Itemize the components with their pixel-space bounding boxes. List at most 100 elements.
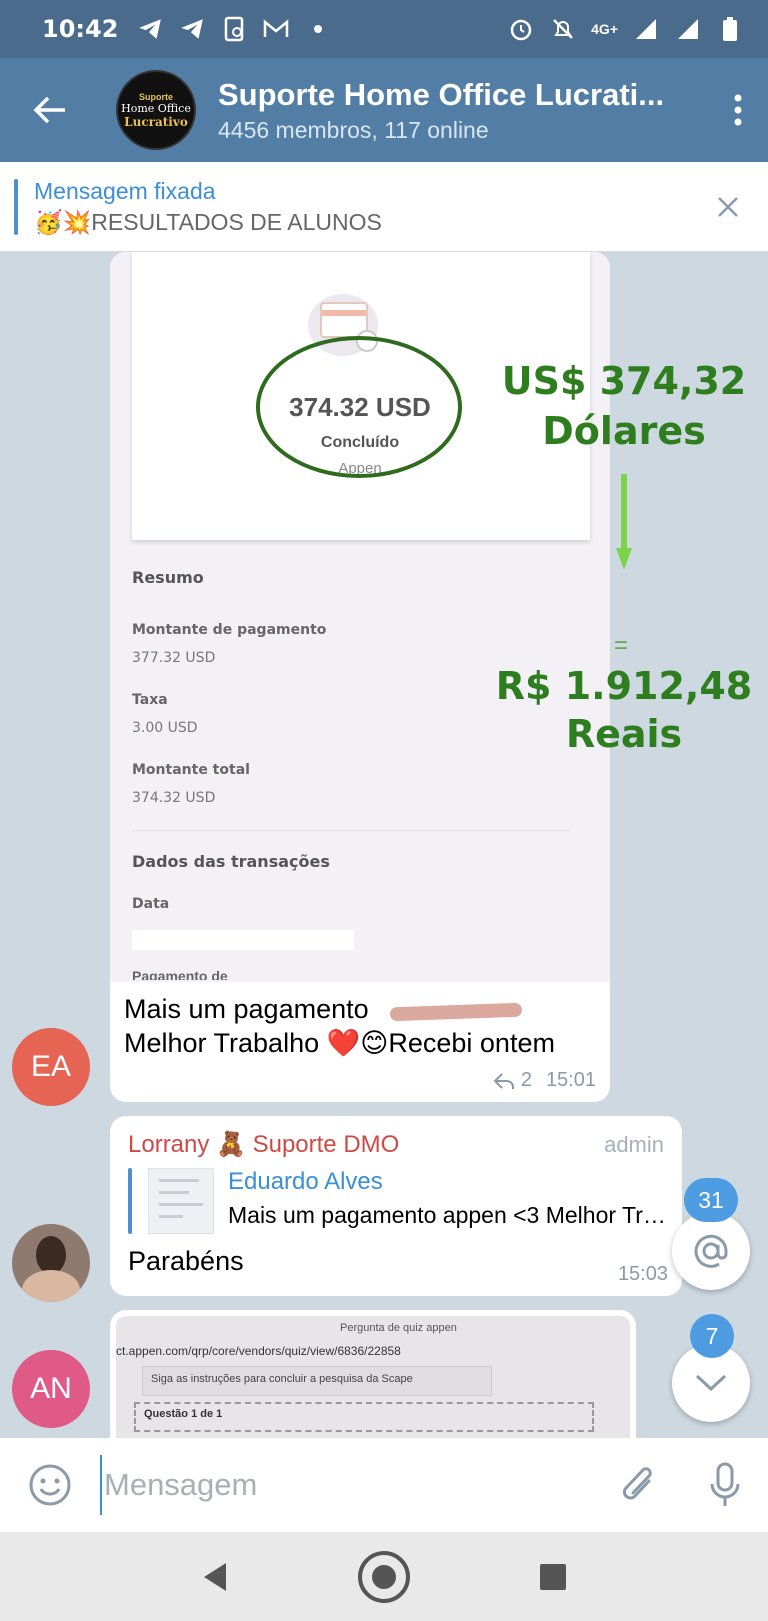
- back-button[interactable]: [0, 58, 100, 162]
- photo-text: Questão 1 de 1: [134, 1402, 594, 1432]
- photo-text: Pergunta de quiz appen: [340, 1322, 457, 1334]
- reply-accent-bar: [128, 1168, 132, 1234]
- kebab-menu-icon: [734, 94, 742, 126]
- alarm-icon: [507, 15, 535, 43]
- summary-label: Montante total: [132, 762, 250, 778]
- message-time: 15:03: [617, 1263, 668, 1285]
- brl-amount: R$ 1.912,48: [495, 664, 753, 708]
- reply-sender: Eduardo Alves: [228, 1168, 383, 1195]
- chat-area[interactable]: 374.32 USD Concluído Appen Resumo Montan…: [0, 252, 768, 1438]
- message-text-part: Melhor Trabalho ❤️😊Recebi ontem: [124, 1028, 555, 1058]
- nav-back-button[interactable]: [185, 1547, 245, 1607]
- reply-thumbnail: [148, 1168, 214, 1234]
- pinned-label: Mensagem fixada: [34, 177, 216, 204]
- square-recents-icon: [540, 1563, 567, 1590]
- summary-label: Montante de pagamento: [132, 622, 327, 638]
- message-bubble[interactable]: Lorrany 🧸 Suporte DMO admin Eduardo Alve…: [110, 1116, 682, 1296]
- group-avatar[interactable]: Suporte Home Office Lucrativo: [116, 70, 196, 150]
- message-meta: 2 15:01: [493, 1069, 596, 1092]
- home-circle-icon: [357, 1550, 410, 1603]
- attach-button[interactable]: [596, 1438, 682, 1532]
- triangle-back-icon: [203, 1562, 226, 1591]
- chevron-down-icon: [695, 1374, 727, 1392]
- date-label: Data: [132, 896, 170, 912]
- redacted-date: [132, 930, 354, 950]
- group-avatar-line: Lucrativo: [124, 114, 188, 129]
- usd-label: Dólares: [542, 409, 706, 453]
- nav-home-button[interactable]: [354, 1547, 414, 1607]
- paperclip-icon: [623, 1467, 652, 1500]
- brl-label: Reais: [565, 712, 683, 756]
- summary-value: 377.32 USD: [132, 650, 216, 666]
- signal-icon: [632, 15, 660, 43]
- group-avatar-line: Home Office: [121, 101, 191, 115]
- message-composer: [0, 1438, 768, 1532]
- at-sign-icon: [694, 1234, 728, 1268]
- message-text: Mais um pagamento <3 Melhor Trabalho ❤️😊…: [124, 992, 604, 1060]
- photo-text: Siga as instruções para concluir a pesqu…: [142, 1366, 492, 1396]
- usd-annotation: US$ 374,32 Dólares: [500, 356, 748, 456]
- smiley-icon: [29, 1464, 71, 1506]
- clock: 10:42: [42, 15, 119, 43]
- battery-icon: [716, 15, 744, 43]
- reply-preview[interactable]: Eduardo Alves Mais um pagamento appen <3…: [128, 1168, 668, 1234]
- dot-icon: [304, 15, 332, 43]
- voice-record-button[interactable]: [682, 1438, 768, 1532]
- sender-name[interactable]: Lorrany 🧸 Suporte DMO: [128, 1130, 399, 1159]
- summary-value: 374.32 USD: [132, 790, 216, 806]
- system-nav-bar: [0, 1532, 768, 1621]
- chat-subtitle: 4456 membros, 117 online: [218, 116, 489, 143]
- reply-icon: [493, 1072, 514, 1089]
- network-type: 4G+: [591, 21, 618, 37]
- message-time: 15:01: [545, 1069, 596, 1091]
- notification-icons: [136, 15, 332, 43]
- message-text-part: Mais um pagamento: [124, 994, 369, 1024]
- signal-icon: [674, 15, 702, 43]
- payment-cut-label: Pagamento de: [132, 968, 228, 980]
- close-pinned-button[interactable]: [698, 177, 758, 237]
- user-avatar[interactable]: [12, 1224, 90, 1302]
- status-bar: 10:42 4G+: [0, 0, 768, 58]
- group-avatar-line: Suporte: [138, 91, 173, 102]
- usd-amount: US$ 374,32: [501, 359, 747, 403]
- system-icons: 4G+: [507, 15, 744, 43]
- more-menu-button[interactable]: [708, 58, 768, 162]
- mentions-button[interactable]: [672, 1212, 750, 1290]
- microphone-icon: [710, 1462, 740, 1506]
- telegram-icon: [178, 15, 206, 43]
- pinned-content[interactable]: Mensagem fixada 🥳💥RESULTADOS DE ALUNOS: [34, 178, 698, 236]
- reply-text: Mais um pagamento appen <3 Melhor Trabal…: [228, 1202, 668, 1228]
- back-arrow-icon: [33, 96, 65, 124]
- admin-badge: admin: [604, 1132, 664, 1157]
- pinned-message-bar[interactable]: Mensagem fixada 🥳💥RESULTADOS DE ALUNOS: [0, 162, 768, 252]
- chat-title: Suporte Home Office Lucrati...: [218, 76, 665, 112]
- sim-icon: [220, 15, 248, 43]
- reply-count: 2: [520, 1069, 532, 1091]
- pinned-accent-bar: [14, 178, 18, 235]
- user-avatar[interactable]: AN: [12, 1350, 90, 1428]
- message-input[interactable]: [100, 1455, 596, 1515]
- emoji-button[interactable]: [0, 1438, 100, 1532]
- chat-info[interactable]: Suporte Home Office Lucrati... 4456 memb…: [218, 77, 708, 144]
- nav-recents-button[interactable]: [523, 1547, 583, 1607]
- unread-count-badge: 7: [690, 1314, 734, 1358]
- user-avatar[interactable]: EA: [12, 1028, 90, 1106]
- chat-header: Suporte Home Office Lucrativo Suporte Ho…: [0, 58, 768, 162]
- message-bubble[interactable]: Pergunta de quiz appen ct.appen.com/qrp/…: [110, 1310, 636, 1438]
- close-icon: [718, 196, 738, 217]
- photo-text: ct.appen.com/qrp/core/vendors/quiz/view/…: [116, 1344, 401, 1358]
- summary-label: Taxa: [132, 692, 168, 708]
- highlight-circle: [256, 336, 462, 478]
- photo-attachment[interactable]: Pergunta de quiz appen ct.appen.com/qrp/…: [116, 1316, 630, 1438]
- divider: [132, 830, 570, 831]
- mute-icon: [549, 15, 577, 43]
- summary-value: 3.00 USD: [132, 720, 198, 736]
- mentions-count-badge: 31: [684, 1178, 738, 1222]
- equals-sign: =: [614, 632, 629, 659]
- telegram-icon: [136, 15, 164, 43]
- message-text: Parabéns: [128, 1246, 244, 1276]
- arrow-down-icon: [616, 474, 632, 570]
- pinned-text: 🥳💥RESULTADOS DE ALUNOS: [34, 208, 382, 235]
- brl-annotation: R$ 1.912,48 Reais: [494, 662, 754, 758]
- summary-title: Resumo: [132, 568, 204, 587]
